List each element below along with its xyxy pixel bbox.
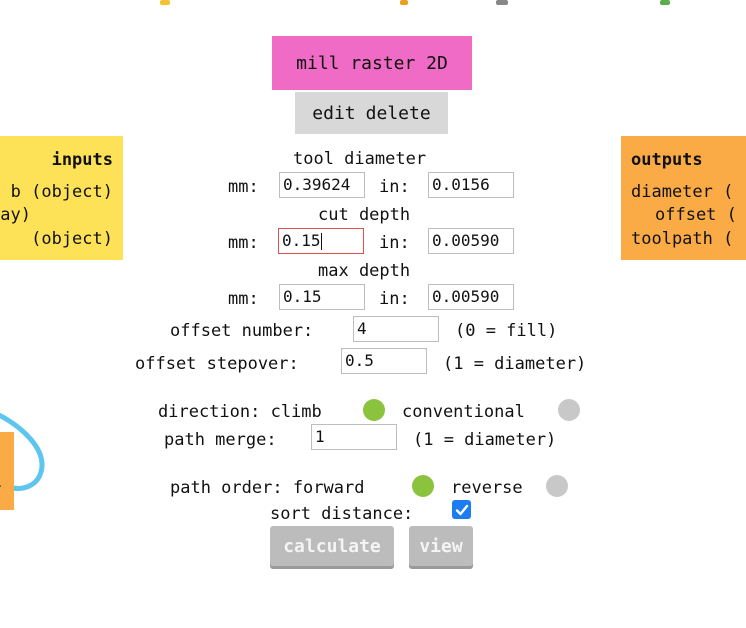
tool-diameter-in-label: in:	[379, 177, 410, 197]
inputs-panel: inputs b (object) ray) (object)	[0, 136, 123, 260]
outputs-panel: outputs diameter ( offset ( toolpath (	[621, 136, 746, 260]
left-node-output[interactable]: >	[0, 432, 14, 510]
delete-button[interactable]: delete	[366, 103, 431, 124]
direction-label: direction: climb	[158, 402, 322, 422]
output-port-offset[interactable]: offset (	[655, 205, 737, 225]
tool-diameter-mm-label: mm:	[228, 177, 259, 197]
offset-stepover-label: offset stepover:	[135, 354, 299, 374]
text-caret	[320, 233, 322, 250]
module-edit-bar: edit delete	[295, 92, 448, 134]
module-title[interactable]: mill raster 2D	[272, 36, 472, 90]
offset-stepover-hint: (1 = diameter)	[443, 354, 587, 374]
direction-conventional-radio[interactable]	[558, 399, 580, 421]
view-button[interactable]: view	[409, 526, 473, 566]
path-order-reverse-radio[interactable]	[546, 475, 568, 497]
outputs-header: outputs	[631, 150, 703, 170]
path-order-label: path order: forward	[170, 478, 365, 498]
cut-depth-mm-input[interactable]: 0.15	[278, 228, 364, 254]
cut-depth-mm-label: mm:	[228, 233, 259, 253]
checkmark-icon	[455, 504, 468, 515]
direction-climb-radio[interactable]	[363, 399, 385, 421]
cut-depth-in-input[interactable]: 0.00590	[428, 228, 514, 254]
offset-number-hint: (0 = fill)	[455, 321, 558, 341]
cut-depth-label: cut depth	[318, 205, 411, 225]
path-merge-label: path merge:	[164, 430, 277, 450]
offset-number-label: offset number:	[170, 321, 314, 341]
sort-distance-label: sort distance:	[270, 504, 414, 524]
tool-diameter-label: tool diameter	[293, 149, 427, 169]
path-order-reverse-label: reverse	[451, 478, 523, 498]
calculate-button[interactable]: calculate	[270, 526, 394, 566]
cut-depth-mm-value: 0.15	[282, 231, 321, 250]
browser-top-strip	[0, 0, 746, 8]
path-merge-hint: (1 = diameter)	[413, 430, 557, 450]
sort-distance-checkbox[interactable]	[452, 500, 471, 519]
tool-diameter-in-input[interactable]: 0.0156	[428, 172, 514, 198]
tool-diameter-mm-input[interactable]: 0.39624	[279, 172, 365, 198]
left-node-arrow: >	[0, 479, 1, 493]
output-port-diameter[interactable]: diameter (	[631, 182, 733, 202]
max-depth-label: max depth	[318, 261, 411, 281]
max-depth-mm-input[interactable]: 0.15	[279, 284, 365, 310]
max-depth-in-label: in:	[379, 289, 410, 309]
offset-number-input[interactable]: 4	[353, 316, 439, 342]
inputs-header: inputs	[51, 150, 113, 170]
max-depth-in-input[interactable]: 0.00590	[428, 284, 514, 310]
input-port-2[interactable]: ray)	[0, 205, 31, 225]
max-depth-mm-label: mm:	[228, 289, 259, 309]
output-port-toolpath[interactable]: toolpath (	[631, 229, 733, 249]
input-port-1[interactable]: b (object)	[11, 182, 113, 202]
offset-stepover-input[interactable]: 0.5	[341, 348, 427, 374]
input-port-3[interactable]: (object)	[31, 229, 113, 249]
direction-conventional-label: conventional	[402, 402, 525, 422]
path-merge-input[interactable]: 1	[311, 424, 397, 450]
path-order-forward-radio[interactable]	[412, 475, 434, 497]
cut-depth-in-label: in:	[379, 233, 410, 253]
edit-button[interactable]: edit	[312, 103, 355, 124]
